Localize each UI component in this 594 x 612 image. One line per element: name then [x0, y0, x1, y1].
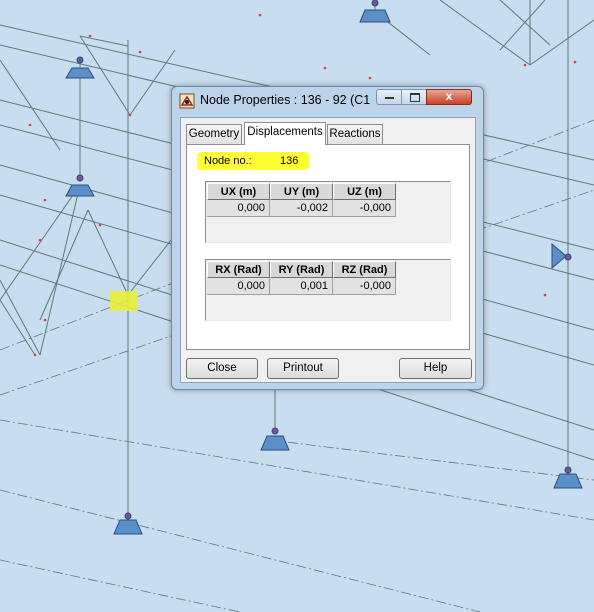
- maximize-button[interactable]: [401, 89, 427, 105]
- tab-geometry[interactable]: Geometry: [186, 124, 242, 144]
- minimize-button[interactable]: [376, 89, 402, 105]
- tab-displacements[interactable]: Displacements: [244, 122, 326, 145]
- support-icon: [359, 0, 391, 23]
- title-bar[interactable]: Node Properties : 136 - 92 (C1... x: [172, 87, 483, 115]
- grid-cell[interactable]: 0,000: [207, 278, 270, 295]
- minimize-icon: [385, 97, 394, 99]
- button-label: Close: [207, 362, 237, 374]
- maximize-icon: [410, 93, 420, 102]
- grid-cell[interactable]: -0,000: [333, 278, 396, 295]
- node-number-value: 136: [280, 155, 299, 167]
- selected-node-highlight: [110, 291, 138, 311]
- node-number-label: Node no.:: [204, 155, 252, 167]
- support-icon: [65, 56, 95, 79]
- displacements-panel: Node no.: 136 UX (m) UY (m) UZ (m) 0,000…: [186, 144, 470, 350]
- printout-button[interactable]: Printout: [267, 358, 339, 379]
- button-label: Printout: [283, 362, 323, 374]
- tab-label: Reactions: [329, 128, 381, 140]
- rotation-grid[interactable]: RX (Rad) RY (Rad) RZ (Rad) 0,000 0,001 -…: [205, 259, 451, 321]
- support-icon: [113, 512, 143, 535]
- dialog-client: Geometry Displacements Reactions Node no…: [180, 117, 476, 383]
- app-icon: [179, 93, 195, 109]
- close-window-button[interactable]: x: [426, 89, 472, 105]
- support-icon: [551, 242, 572, 270]
- grid-header: RY (Rad): [270, 261, 333, 278]
- grid-header: RX (Rad): [207, 261, 270, 278]
- tab-label: Displacements: [247, 126, 323, 138]
- tab-label: Geometry: [188, 128, 240, 140]
- help-button[interactable]: Help: [399, 358, 472, 379]
- grid-header: RZ (Rad): [333, 261, 396, 278]
- support-icon: [553, 466, 583, 489]
- grid-cell[interactable]: 0,000: [207, 200, 270, 217]
- grid-header: UZ (m): [333, 183, 396, 200]
- support-icon: [65, 174, 95, 197]
- grid-cell[interactable]: -0,002: [270, 200, 333, 217]
- grid-cell[interactable]: -0,000: [333, 200, 396, 217]
- grid-header: UY (m): [270, 183, 333, 200]
- tab-reactions[interactable]: Reactions: [327, 124, 383, 144]
- close-icon: x: [445, 89, 453, 103]
- support-icon: [260, 427, 290, 451]
- node-properties-dialog: Node Properties : 136 - 92 (C1... x Geom…: [171, 86, 484, 390]
- close-button[interactable]: Close: [186, 358, 258, 379]
- grid-cell[interactable]: 0,001: [270, 278, 333, 295]
- dialog-title: Node Properties : 136 - 92 (C1...: [200, 93, 370, 107]
- grid-header: UX (m): [207, 183, 270, 200]
- button-label: Help: [423, 362, 448, 374]
- displacement-grid[interactable]: UX (m) UY (m) UZ (m) 0,000 -0,002 -0,000: [205, 181, 451, 243]
